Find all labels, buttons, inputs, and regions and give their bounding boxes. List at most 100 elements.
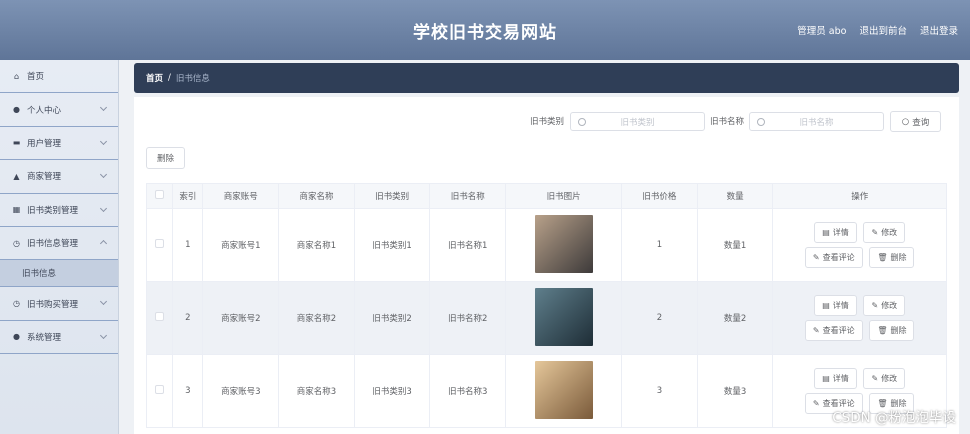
edit-button[interactable]: ✎ 修改 bbox=[863, 368, 906, 389]
quantity-cell: 数量1 bbox=[696, 208, 774, 282]
quantity-cell: 数量2 bbox=[696, 281, 774, 355]
clock-icon: ◷ bbox=[13, 299, 20, 309]
actions-cell: ▤ 详情 ✎ 修改 ✎ 查看评论 🗑 删除 bbox=[772, 208, 947, 282]
table-row: 2 商家账号2 商家名称2 旧书类别2 旧书名称2 2 数量2 ▤ 详情 ✎ 修改 … bbox=[145, 281, 947, 355]
chevron-down-icon bbox=[99, 137, 108, 145]
header-cell: 索引 bbox=[172, 183, 204, 209]
row-index: 3 bbox=[172, 354, 204, 428]
sidebar: ⌂ 首页 ● 个人中心 ▬ 用户管理 ▲ 商家管理 ▦ 旧书类别管理 ◷ 旧书信… bbox=[0, 60, 119, 434]
logout-link[interactable]: 退出登录 bbox=[920, 23, 958, 37]
exit-to-front-link[interactable]: 退出到前台 bbox=[859, 23, 907, 37]
book-image bbox=[534, 360, 593, 419]
sidebar-item-label: 旧书购买管理 bbox=[27, 299, 79, 310]
sidebar-item-book-info-management[interactable]: ◷ 旧书信息管理 bbox=[0, 227, 118, 261]
sidebar-subitem-book-info[interactable]: 旧书信息 bbox=[0, 260, 118, 288]
category-search-input[interactable]: 旧书类别 bbox=[570, 112, 705, 131]
select-all-checkbox[interactable] bbox=[155, 190, 165, 199]
book-table: 索引 商家账号 商家名称 旧书类别 旧书名称 旧书图片 旧书价格 数量 操作 1… bbox=[145, 183, 947, 428]
book-price-cell: 3 bbox=[621, 354, 698, 428]
breadcrumb: 首页 / 旧书信息 bbox=[134, 63, 959, 93]
sidebar-item-category-management[interactable]: ▦ 旧书类别管理 bbox=[0, 194, 118, 227]
search-icon: ○ bbox=[901, 116, 910, 127]
view-comments-button[interactable]: ✎ 查看评论 bbox=[804, 247, 863, 268]
row-index: 1 bbox=[172, 208, 204, 282]
sidebar-item-system-management[interactable]: ● 系统管理 bbox=[0, 321, 118, 355]
header-links: 管理员 abo 退出到前台 退出登录 bbox=[797, 23, 958, 37]
edit-label: 修改 bbox=[881, 374, 898, 383]
name-search-placeholder: 旧书名称 bbox=[799, 117, 834, 128]
header-cell: 操作 bbox=[772, 183, 947, 209]
user-icon: ● bbox=[13, 332, 20, 342]
delete-label: 删除 bbox=[890, 253, 907, 262]
home-icon: ⌂ bbox=[13, 71, 20, 81]
book-name-cell: 旧书名称1 bbox=[429, 208, 507, 282]
chevron-down-icon bbox=[99, 104, 108, 112]
edit-icon: ✎ bbox=[812, 326, 820, 335]
edit-icon: ✎ bbox=[871, 228, 879, 237]
header-cell: 数量 bbox=[696, 183, 774, 209]
edit-icon: ✎ bbox=[871, 374, 879, 383]
sidebar-item-label: 旧书信息管理 bbox=[27, 239, 79, 250]
row-checkbox[interactable] bbox=[155, 312, 165, 321]
breadcrumb-home[interactable]: 首页 bbox=[146, 72, 163, 84]
sidebar-item-label: 系统管理 bbox=[27, 332, 62, 343]
edit-icon: ✎ bbox=[812, 253, 820, 262]
header-select-all[interactable] bbox=[145, 183, 174, 209]
name-search-input[interactable]: 旧书名称 bbox=[749, 112, 884, 131]
actions-cell: ▤ 详情 ✎ 修改 ✎ 查看评论 🗑 删除 bbox=[772, 281, 947, 355]
table-row: 1 商家账号1 商家名称1 旧书类别1 旧书名称1 1 数量1 ▤ 详情 ✎ 修改 … bbox=[145, 208, 947, 282]
header-cell: 旧书名称 bbox=[429, 183, 507, 209]
top-header: 学校旧书交易网站 管理员 abo 退出到前台 退出登录 bbox=[0, 0, 970, 60]
book-category-cell: 旧书类别3 bbox=[353, 354, 431, 428]
admin-user-label[interactable]: 管理员 abo bbox=[797, 23, 846, 37]
merchant-name-cell: 商家名称3 bbox=[278, 354, 355, 428]
query-button-label: 查询 bbox=[912, 117, 930, 128]
query-button[interactable]: ○ 查询 bbox=[890, 111, 941, 132]
trash-icon: 🗑 bbox=[877, 253, 888, 262]
merchant-name-cell: 商家名称2 bbox=[278, 281, 355, 355]
trash-icon: 🗑 bbox=[877, 326, 888, 335]
view-comments-button[interactable]: ✎ 查看评论 bbox=[804, 320, 863, 341]
edit-button[interactable]: ✎ 修改 bbox=[863, 295, 906, 316]
book-image bbox=[534, 214, 593, 273]
row-checkbox[interactable] bbox=[155, 385, 165, 394]
book-image bbox=[534, 287, 593, 346]
edit-button[interactable]: ✎ 修改 bbox=[863, 222, 906, 243]
header-cell: 旧书价格 bbox=[621, 183, 698, 209]
header-cell: 旧书类别 bbox=[353, 183, 431, 209]
document-icon: ▤ bbox=[822, 301, 830, 310]
row-index: 2 bbox=[172, 281, 204, 355]
book-name-cell: 旧书名称3 bbox=[429, 354, 507, 428]
batch-delete-button[interactable]: 删除 bbox=[146, 147, 185, 169]
book-price-cell: 1 bbox=[621, 208, 698, 282]
delete-button[interactable]: 🗑 删除 bbox=[869, 320, 915, 341]
sidebar-item-user-management[interactable]: ▬ 用户管理 bbox=[0, 127, 118, 161]
sidebar-item-merchant-management[interactable]: ▲ 商家管理 bbox=[0, 160, 118, 194]
watermark: CSDN @粉泡泡毕设 bbox=[832, 410, 956, 426]
merchant-account-cell: 商家账号3 bbox=[202, 354, 280, 428]
header-cell: 旧书图片 bbox=[505, 183, 623, 209]
delete-button[interactable]: 🗑 删除 bbox=[869, 247, 915, 268]
category-search-placeholder: 旧书类别 bbox=[620, 117, 655, 128]
clock-icon: ◷ bbox=[13, 238, 20, 248]
table-row: 3 商家账号3 商家名称3 旧书类别3 旧书名称3 3 数量3 ▤ 详情 ✎ 修改 … bbox=[145, 354, 947, 428]
sidebar-item-home[interactable]: ⌂ 首页 bbox=[0, 60, 118, 94]
sidebar-item-purchase-management[interactable]: ◷ 旧书购买管理 bbox=[0, 287, 118, 321]
book-category-cell: 旧书类别2 bbox=[353, 281, 431, 355]
breadcrumb-separator: / bbox=[168, 73, 171, 83]
detail-label: 详情 bbox=[832, 301, 849, 310]
detail-button[interactable]: ▤ 详情 bbox=[814, 295, 857, 316]
document-icon: ▤ bbox=[822, 228, 830, 237]
detail-button[interactable]: ▤ 详情 bbox=[814, 222, 857, 243]
content-panel: 旧书类别 旧书类别 旧书名称 旧书名称 ○ 查询 删除 索引 商家账号 商家名称… bbox=[134, 97, 959, 434]
document-icon: ▤ bbox=[822, 374, 830, 383]
header-cell: 商家名称 bbox=[278, 183, 355, 209]
edit-label: 修改 bbox=[881, 228, 898, 237]
sidebar-item-label: 用户管理 bbox=[27, 138, 62, 149]
sidebar-item-personal-center[interactable]: ● 个人中心 bbox=[0, 93, 118, 127]
detail-button[interactable]: ▤ 详情 bbox=[814, 368, 857, 389]
name-search-label: 旧书名称 bbox=[710, 117, 745, 127]
chevron-down-icon bbox=[99, 331, 108, 339]
row-checkbox[interactable] bbox=[155, 239, 165, 248]
book-price-cell: 2 bbox=[621, 281, 698, 355]
